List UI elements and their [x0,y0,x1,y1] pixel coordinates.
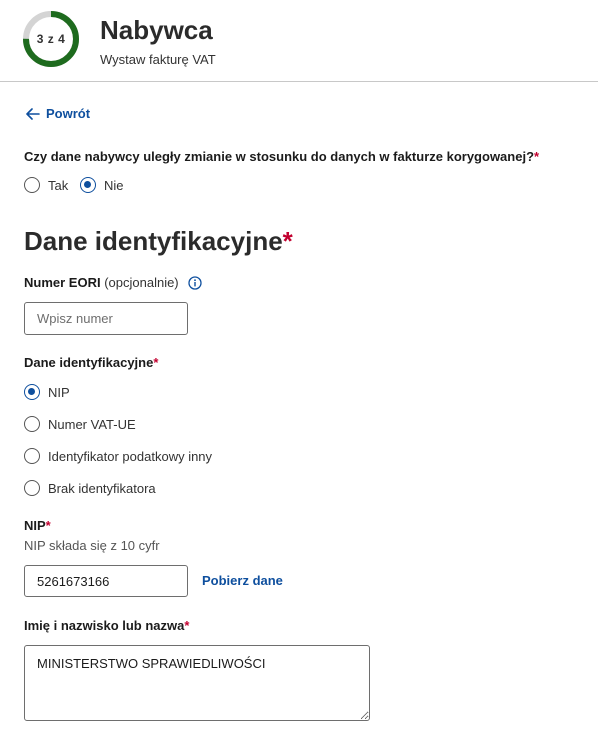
page-title: Nabywca [100,15,213,45]
radio-label: Tak [48,177,69,193]
section-title: Dane identyfikacyjne* [24,225,293,257]
radio-label: Nie [104,177,124,193]
page-header: 3 z 4 Nabywca Wystaw fakturę VAT [0,0,598,82]
eori-label-text: Numer EORI [24,275,101,290]
step-counter: 3 z 4 [36,32,66,46]
required-mark: * [184,618,190,633]
radio-vat-ue[interactable]: Numer VAT-UE [24,416,136,432]
required-mark: * [282,226,293,256]
nip-input[interactable] [24,565,188,597]
radio-other-tax-id[interactable]: Identyfikator podatkowy inny [24,448,212,464]
radio-circle-icon[interactable] [24,480,40,496]
nip-hint: NIP składa się z 10 cyfr [24,538,160,553]
radio-nie[interactable]: Nie [80,177,124,193]
radio-label: Brak identyfikatora [48,480,156,496]
radio-circle-icon[interactable] [24,177,40,193]
name-textarea[interactable]: MINISTERSTWO SPRAWIEDLIWOŚCI [24,645,370,721]
required-mark: * [534,149,540,164]
optional-note: (opcjonalnie) [104,275,179,290]
radio-label: Identyfikator podatkowy inny [48,448,213,464]
buyer-changed-question: Czy dane nabywcy uległy zmianie w stosun… [24,149,539,165]
radio-no-id[interactable]: Brak identyfikatora [24,480,156,496]
nip-label-text: NIP [24,518,46,533]
fetch-data-link[interactable]: Pobierz dane [202,573,283,588]
radio-nip[interactable]: NIP [24,384,70,400]
eori-input[interactable] [24,302,188,335]
radio-circle-icon[interactable] [24,416,40,432]
page-subtitle: Wystaw fakturę VAT [100,52,216,67]
back-link[interactable]: Powrót [26,106,90,121]
eori-label: Numer EORI (opcjonalnie) [24,275,202,291]
name-label: Imię i nazwisko lub nazwa* [24,618,189,634]
required-mark: * [45,518,51,533]
nip-label: NIP* [24,518,51,534]
id-type-label-text: Dane identyfikacyjne [24,355,154,370]
question-text: Czy dane nabywcy uległy zmianie w stosun… [24,149,535,164]
radio-circle-checked-icon[interactable] [24,384,40,400]
back-link-label: Powrót [46,106,91,121]
arrow-left-icon [26,107,40,120]
name-label-text: Imię i nazwisko lub nazwa [24,618,185,633]
step-progress-ring: 3 z 4 [22,10,80,68]
radio-tak[interactable]: Tak [24,177,68,193]
radio-circle-checked-icon[interactable] [80,177,96,193]
info-icon[interactable] [188,276,202,290]
required-mark: * [153,355,159,370]
radio-circle-icon[interactable] [24,448,40,464]
section-title-text: Dane identyfikacyjne [24,226,283,256]
radio-label: NIP [48,384,70,400]
radio-label: Numer VAT-UE [48,416,136,432]
id-type-label: Dane identyfikacyjne* [24,355,158,371]
